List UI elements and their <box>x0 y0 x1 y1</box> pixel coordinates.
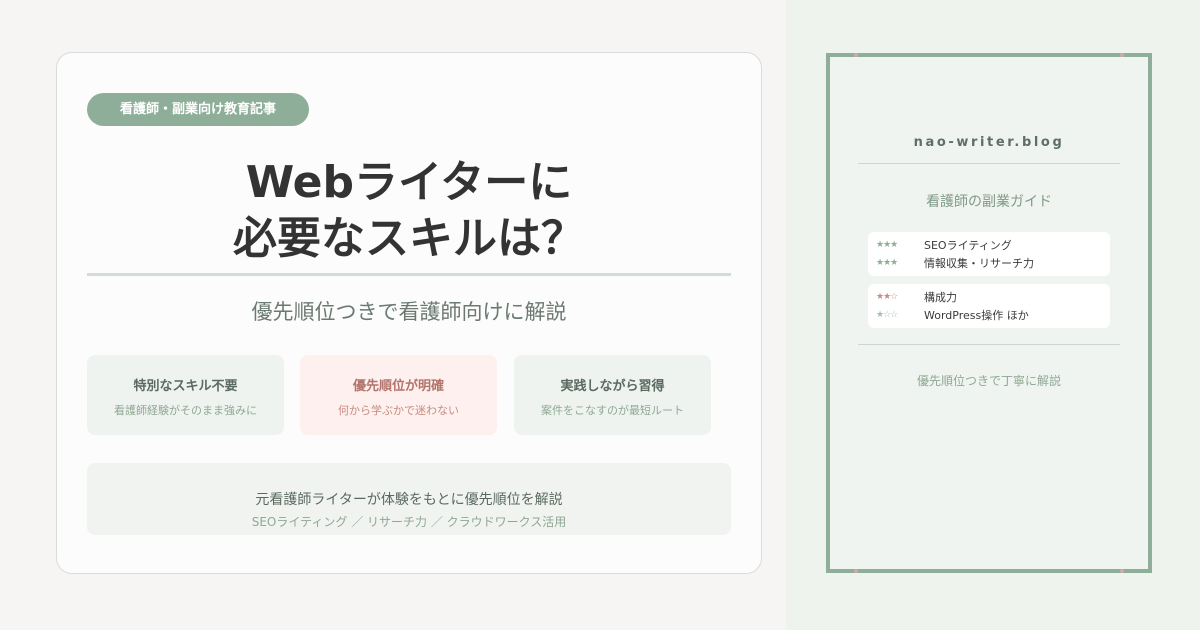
feature-card-no-skill: 特別なスキル不要 看護師経験がそのまま強みに <box>87 355 284 435</box>
summary-box: 元看護師ライターが体験をもとに優先順位を解説 SEOライティング ／ リサーチ力… <box>87 463 731 535</box>
category-tag: 看護師・副業向け教育記事 <box>87 93 309 126</box>
feature-desc: 案件をこなすのが最短ルート <box>541 404 684 417</box>
skill-box-secondary: ★★☆ 構成力 ★☆☆ WordPress操作 ほか <box>868 284 1110 328</box>
book-footer: 優先順位つきで丁寧に解説 <box>916 374 1061 388</box>
skill-row: ★★★ 情報収集・リサーチ力 <box>876 254 1102 272</box>
corner-dot <box>1120 53 1124 57</box>
corner-dot <box>1120 569 1124 573</box>
summary-main: 元看護師ライターが体験をもとに優先順位を解説 <box>255 492 563 508</box>
star-rating-icon: ★★☆ <box>876 292 898 302</box>
feature-desc: 看護師経験がそのまま強みに <box>114 404 257 417</box>
skill-name: 情報収集・リサーチ力 <box>924 257 1034 270</box>
feature-title: 実践しながら習得 <box>560 379 665 394</box>
title-divider <box>87 273 731 276</box>
headline-line-1: Webライターに <box>245 157 573 208</box>
main-card: 看護師・副業向け教育記事 Webライターに 必要なスキルは？ 優先順位つきで看護… <box>56 52 762 574</box>
book-subtitle: 看護師の副業ガイド <box>926 194 1052 210</box>
subheading: 優先順位つきで看護師向けに解説 <box>251 300 567 324</box>
book-cover: nao-writer.blog 看護師の副業ガイド ★★★ SEOライティング … <box>826 53 1152 573</box>
skill-row: ★☆☆ WordPress操作 ほか <box>876 306 1102 324</box>
book-divider-bottom <box>858 344 1120 345</box>
star-rating-icon: ★☆☆ <box>876 310 898 320</box>
skill-name: SEOライティング <box>924 239 1012 252</box>
feature-title: 特別なスキル不要 <box>133 379 238 394</box>
headline-line-2: 必要なスキルは？ <box>233 213 585 264</box>
corner-dot <box>854 53 858 57</box>
headline: Webライターに 必要なスキルは？ <box>57 155 761 267</box>
book-divider-top <box>858 163 1120 164</box>
skill-row: ★★★ SEOライティング <box>876 236 1102 254</box>
skill-name: 構成力 <box>924 291 957 304</box>
skill-row: ★★☆ 構成力 <box>876 288 1102 306</box>
feature-desc: 何から学ぶかで迷わない <box>338 404 459 417</box>
skill-name: WordPress操作 ほか <box>924 309 1029 322</box>
corner-dot <box>854 569 858 573</box>
star-rating-icon: ★★★ <box>876 258 898 268</box>
skill-box-core: ★★★ SEOライティング ★★★ 情報収集・リサーチ力 <box>868 232 1110 276</box>
summary-keywords: SEOライティング ／ リサーチ力 ／ クラウドワークス活用 <box>251 515 567 529</box>
feature-card-practice: 実践しながら習得 案件をこなすのが最短ルート <box>514 355 711 435</box>
feature-card-priority: 優先順位が明確 何から学ぶかで迷わない <box>300 355 497 435</box>
feature-title: 優先順位が明確 <box>352 379 444 394</box>
star-rating-icon: ★★★ <box>876 240 898 250</box>
blog-name: nao-writer.blog <box>913 135 1065 150</box>
page: 看護師・副業向け教育記事 Webライターに 必要なスキルは？ 優先順位つきで看護… <box>0 0 1200 630</box>
